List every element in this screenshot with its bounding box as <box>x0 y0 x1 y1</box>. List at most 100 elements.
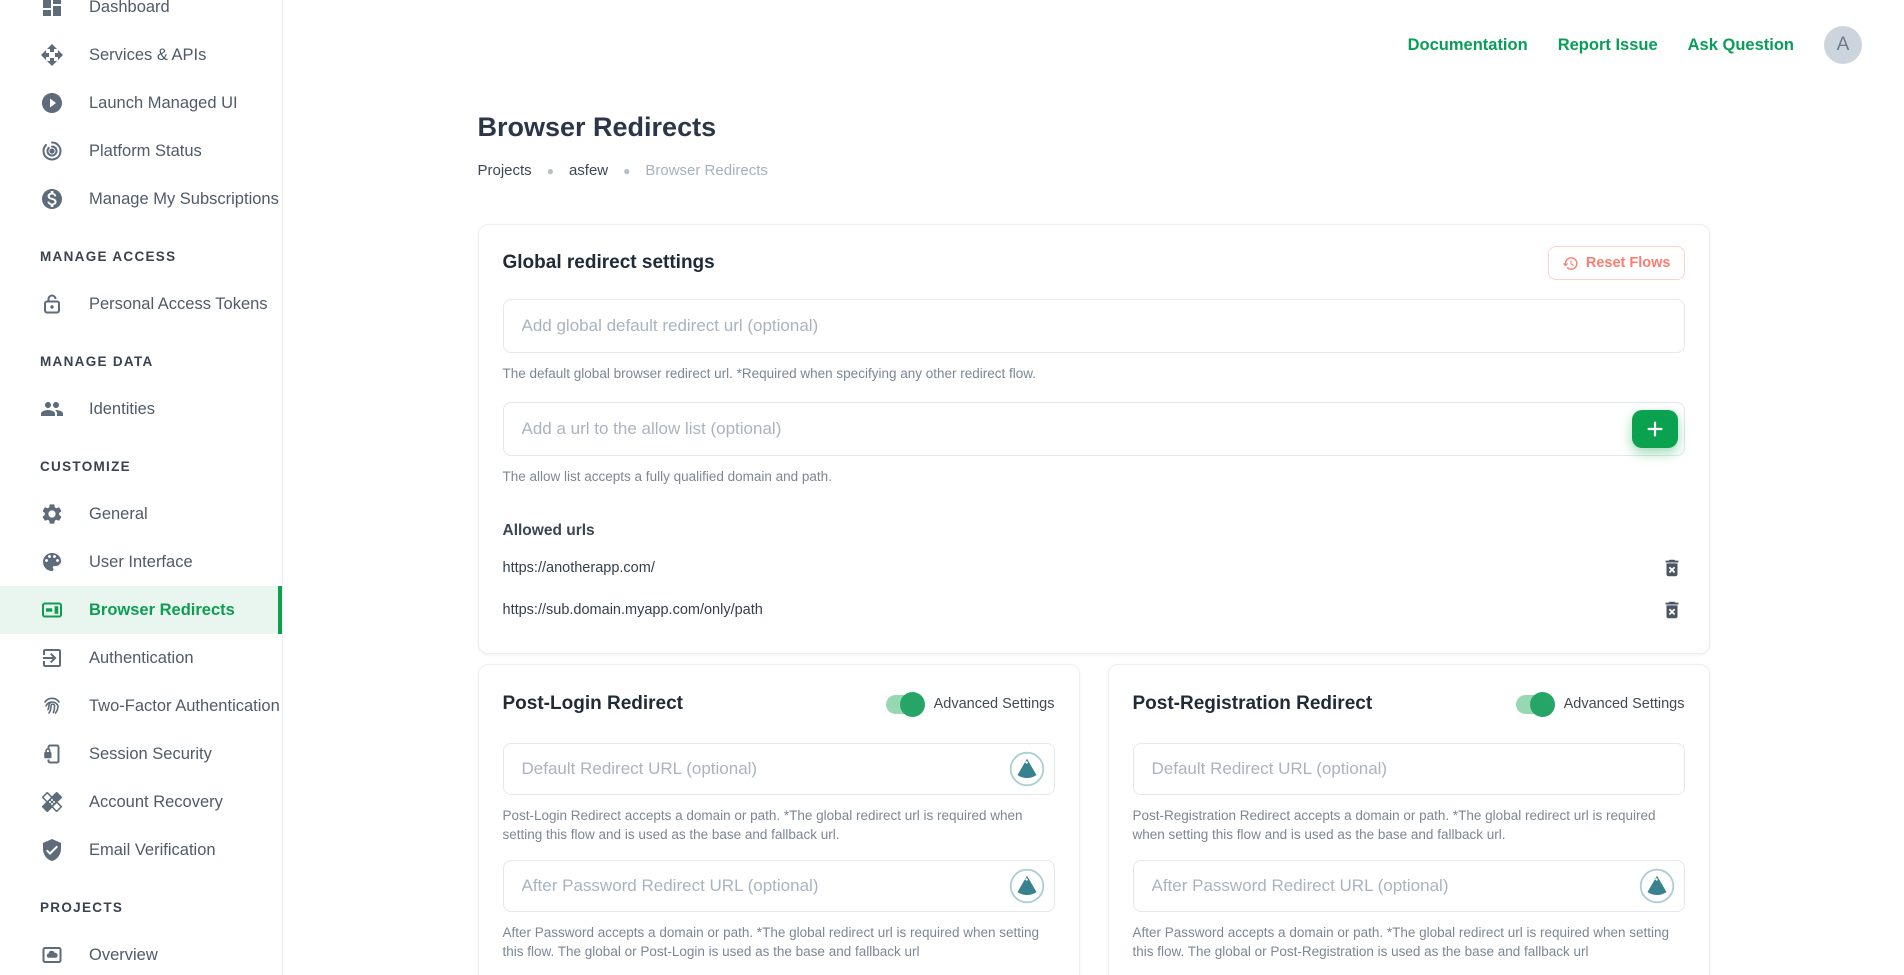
sidebar-item-label: Manage My Subscriptions <box>89 190 279 209</box>
breadcrumb-project-name[interactable]: asfew <box>569 162 608 179</box>
sidebar-item-email-verification[interactable]: Email Verification <box>0 826 282 874</box>
sidebar-item-general[interactable]: General <box>0 490 282 538</box>
sidebar-item-label: Two-Factor Authentication <box>89 697 280 716</box>
mountain-flow-icon[interactable] <box>1009 868 1045 904</box>
page-title: Browser Redirects <box>478 110 1710 144</box>
toggle-on-icon[interactable] <box>1516 695 1553 714</box>
post-registration-default-redirect-url-input[interactable] <box>1133 743 1685 795</box>
sidebar-section-manage-data: MANAGE DATA <box>0 337 282 385</box>
sidebar-item-platform-status[interactable]: Platform Status <box>0 127 282 175</box>
post-login-after-password-redirect-url-input[interactable] <box>503 860 1055 912</box>
sidebar-item-browser-redirects[interactable]: Browser Redirects <box>0 586 282 634</box>
trash-icon <box>1661 599 1683 621</box>
post-login-advanced-settings-toggle[interactable]: Advanced Settings <box>886 695 1055 714</box>
sidebar-item-label: Overview <box>89 946 158 965</box>
sidebar-section-manage-access: MANAGE ACCESS <box>0 232 282 280</box>
sidebar-item-label: Personal Access Tokens <box>89 295 268 314</box>
plus-icon <box>1644 418 1666 440</box>
post-registration-card-title: Post-Registration Redirect <box>1133 693 1373 715</box>
people-icon <box>40 397 64 421</box>
sidebar-item-dashboard[interactable]: Dashboard <box>0 0 282 31</box>
breadcrumb-separator: ● <box>547 164 554 178</box>
mountain-flow-icon[interactable] <box>1639 868 1675 904</box>
palette-icon <box>40 550 64 574</box>
ask-question-link[interactable]: Ask Question <box>1688 36 1794 55</box>
services-apis-icon <box>40 43 64 67</box>
sidebar-item-label: Identities <box>89 400 155 419</box>
sidebar: Dashboard Services & APIs Launch Managed… <box>0 0 283 975</box>
sidebar-item-services-apis[interactable]: Services & APIs <box>0 31 282 79</box>
advanced-settings-label: Advanced Settings <box>934 696 1055 712</box>
reset-flows-button[interactable]: Reset Flows <box>1548 246 1685 280</box>
allowed-url-row: https://sub.domain.myapp.com/only/path <box>503 596 1685 624</box>
phone-lock-icon <box>40 742 64 766</box>
browser-redirects-icon <box>40 598 64 622</box>
exit-to-app-icon <box>40 646 64 670</box>
sidebar-item-label: Authentication <box>89 649 194 668</box>
reset-flows-label: Reset Flows <box>1586 255 1671 271</box>
top-header: Documentation Report Issue Ask Question … <box>283 26 1904 64</box>
sidebar-item-label: Account Recovery <box>89 793 223 812</box>
advanced-settings-label: Advanced Settings <box>1564 696 1685 712</box>
delete-url-button[interactable] <box>1659 555 1685 581</box>
fingerprint-icon <box>40 694 64 718</box>
sidebar-section-customize: CUSTOMIZE <box>0 442 282 490</box>
sidebar-item-identities[interactable]: Identities <box>0 385 282 433</box>
post-login-redirect-card: Post-Login Redirect Advanced Settings Po… <box>478 664 1080 975</box>
add-allow-url-button[interactable] <box>1632 410 1678 448</box>
sidebar-item-session-security[interactable]: Session Security <box>0 730 282 778</box>
post-registration-advanced-settings-toggle[interactable]: Advanced Settings <box>1516 695 1685 714</box>
post-login-after-password-helper-text: After Password accepts a domain or path.… <box>503 923 1055 961</box>
overview-icon <box>40 943 64 967</box>
post-registration-after-password-helper-text: After Password accepts a domain or path.… <box>1133 923 1685 961</box>
main-area: Documentation Report Issue Ask Question … <box>283 0 1904 975</box>
breadcrumb: Projects ● asfew ● Browser Redirects <box>478 162 1710 179</box>
sidebar-item-label: Launch Managed UI <box>89 94 238 113</box>
sidebar-item-personal-access-tokens[interactable]: Personal Access Tokens <box>0 280 282 328</box>
post-login-default-redirect-url-input[interactable] <box>503 743 1055 795</box>
sidebar-item-overview[interactable]: Overview <box>0 931 282 975</box>
sidebar-item-user-interface[interactable]: User Interface <box>0 538 282 586</box>
post-login-card-title: Post-Login Redirect <box>503 693 684 715</box>
sidebar-section-projects: PROJECTS <box>0 883 282 931</box>
allowed-urls-title: Allowed urls <box>503 522 1685 540</box>
gear-icon <box>40 502 64 526</box>
sidebar-item-authentication[interactable]: Authentication <box>0 634 282 682</box>
play-circle-icon <box>40 91 64 115</box>
sidebar-item-label: Browser Redirects <box>89 601 235 620</box>
delete-url-button[interactable] <box>1659 597 1685 623</box>
sidebar-item-account-recovery[interactable]: Account Recovery <box>0 778 282 826</box>
mountain-flow-icon[interactable] <box>1009 751 1045 787</box>
documentation-link[interactable]: Documentation <box>1408 36 1528 55</box>
trash-icon <box>1661 557 1683 579</box>
sidebar-item-label: Session Security <box>89 745 212 764</box>
healing-icon <box>40 790 64 814</box>
sidebar-item-launch-managed-ui[interactable]: Launch Managed UI <box>0 79 282 127</box>
dashboard-icon <box>40 0 64 19</box>
allow-list-helper-text: The allow list accepts a fully qualified… <box>503 467 1685 486</box>
avatar[interactable]: A <box>1824 26 1862 64</box>
global-redirect-settings-card: Global redirect settings Reset Flows The… <box>478 224 1710 654</box>
shield-check-icon <box>40 838 64 862</box>
global-default-redirect-url-input[interactable] <box>503 299 1685 353</box>
sidebar-item-label: Platform Status <box>89 142 202 161</box>
toggle-on-icon[interactable] <box>886 695 923 714</box>
sidebar-item-label: Email Verification <box>89 841 216 860</box>
lock-icon <box>40 292 64 316</box>
post-registration-after-password-redirect-url-input[interactable] <box>1133 860 1685 912</box>
post-registration-redirect-card: Post-Registration Redirect Advanced Sett… <box>1108 664 1710 975</box>
dollar-circle-icon <box>40 187 64 211</box>
sidebar-item-manage-my-subscriptions[interactable]: Manage My Subscriptions <box>0 175 282 223</box>
global-default-helper-text: The default global browser redirect url.… <box>503 364 1685 383</box>
breadcrumb-projects[interactable]: Projects <box>478 162 532 179</box>
sidebar-item-two-factor-authentication[interactable]: Two-Factor Authentication <box>0 682 282 730</box>
history-restore-icon <box>1562 255 1579 272</box>
post-login-default-helper-text: Post-Login Redirect accepts a domain or … <box>503 806 1055 844</box>
report-issue-link[interactable]: Report Issue <box>1558 36 1658 55</box>
allow-list-url-input[interactable] <box>503 402 1685 456</box>
sidebar-item-label: Dashboard <box>89 0 170 17</box>
breadcrumb-current: Browser Redirects <box>645 162 768 179</box>
breadcrumb-separator: ● <box>623 164 630 178</box>
allowed-url-text: https://sub.domain.myapp.com/only/path <box>503 602 763 618</box>
allowed-url-row: https://anotherapp.com/ <box>503 554 1685 582</box>
